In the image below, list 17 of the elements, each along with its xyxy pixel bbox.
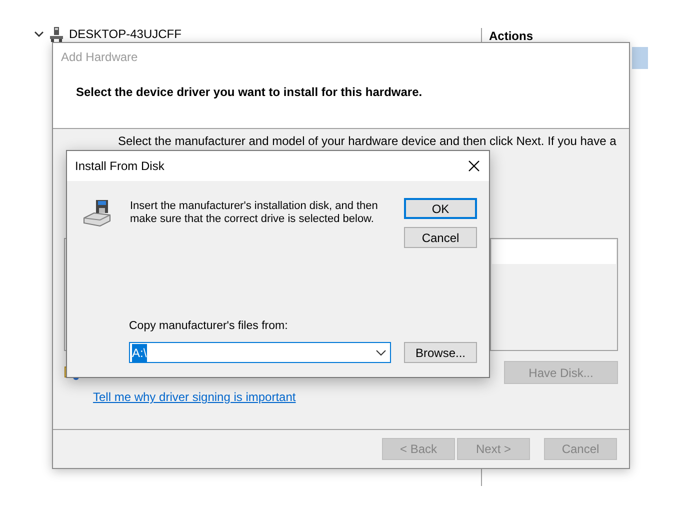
path-label: Copy manufacturer's files from: bbox=[129, 318, 289, 334]
help-link[interactable]: Tell me why driver signing is important bbox=[93, 388, 296, 406]
chevron-icon[interactable] bbox=[34, 29, 44, 39]
dialog-message: Insert the manufacturer's installation disk, and then make sure that the correct drive is selected below. bbox=[130, 199, 379, 227]
disk-drive-icon bbox=[82, 198, 112, 228]
computer-icon bbox=[50, 26, 63, 42]
close-icon[interactable] bbox=[468, 160, 480, 172]
path-combo[interactable]: A:\ bbox=[129, 342, 391, 363]
browse-button[interactable]: Browse... bbox=[404, 342, 477, 363]
ok-button[interactable]: OK bbox=[404, 198, 477, 219]
instructions-text: Select the manufacturer and model of your hardware device and then click Next. If you have a bbox=[118, 134, 618, 148]
dialog-title: Install From Disk bbox=[75, 158, 164, 175]
model-list[interactable] bbox=[490, 238, 618, 351]
wizard-heading: Select the device driver you want to install for this hardware. bbox=[76, 85, 422, 99]
cancel-button[interactable]: Cancel bbox=[404, 227, 477, 248]
window-title: Add Hardware bbox=[53, 43, 629, 73]
tree-item-label[interactable]: DESKTOP-43UJCFF bbox=[69, 25, 182, 43]
